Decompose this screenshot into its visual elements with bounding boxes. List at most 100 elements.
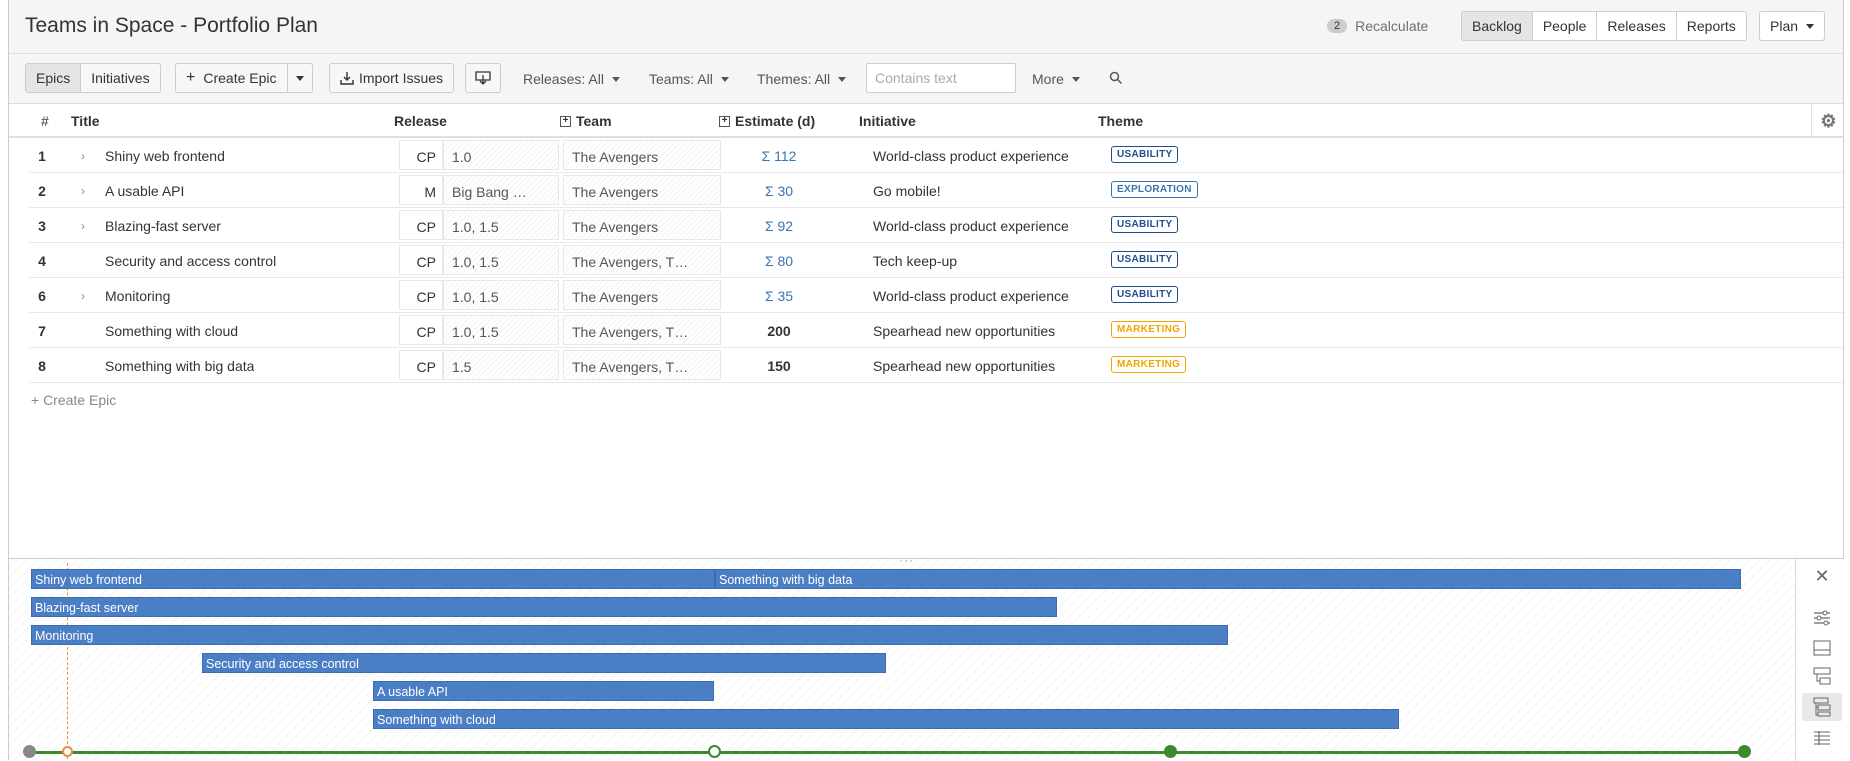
table-row[interactable]: 4 Security and access control CP 1.0, 1.5 Th… [29,243,1845,278]
initiative-value[interactable]: World-class product experience [873,148,1069,164]
team-value[interactable]: The Avengers [563,175,721,205]
timeline-bar[interactable]: Something with cloud [373,709,1399,729]
release-value[interactable]: 1.0, 1.5 [443,315,559,345]
table-row[interactable]: 1 › Shiny web frontend CP 1.0 The Avengers Σ 1… [29,138,1845,173]
initiative-value[interactable]: Spearhead new opportunities [873,323,1055,339]
timeline-bar[interactable]: Something with big data [715,569,1741,589]
timeline-start-marker[interactable] [23,745,36,758]
release-type[interactable]: CP [399,210,443,240]
table-row[interactable]: 3 › Blazing-fast server CP 1.0, 1.5 The Aveng… [29,208,1845,243]
team-value[interactable]: The Avengers, T… [563,350,721,380]
epic-title[interactable]: Something with cloud [105,323,238,339]
releases-filter[interactable]: Releases: All [523,71,620,87]
epic-title[interactable]: A usable API [105,183,184,199]
timeline-bar[interactable]: Monitoring [31,625,1228,645]
resize-handle[interactable]: ··· [899,553,914,567]
column-header-estimate[interactable]: + Estimate (d) [719,113,815,129]
column-header-team[interactable]: + Team [560,113,612,129]
expand-chevron-icon[interactable]: › [81,219,85,233]
expand-chevron-icon[interactable]: › [81,184,85,198]
plan-dropdown[interactable]: Plan [1759,11,1826,41]
timeline-bar[interactable]: Blazing-fast server [31,597,1057,617]
theme-badge[interactable]: MARKETING [1111,321,1187,338]
release-type[interactable]: CP [399,350,443,380]
tab-backlog[interactable]: Backlog [1461,11,1533,41]
panel-icon[interactable] [1812,639,1832,657]
initiative-value[interactable]: Spearhead new opportunities [873,358,1055,374]
release-marker[interactable] [1164,745,1177,758]
release-value[interactable]: 1.0, 1.5 [443,280,559,310]
table-row[interactable]: 8 Something with big data CP 1.5 The Avenger… [29,348,1845,383]
release-type[interactable]: CP [399,280,443,310]
tab-releases[interactable]: Releases [1597,11,1677,41]
theme-badge[interactable]: MARKETING [1111,356,1187,373]
create-epic-menu-button[interactable] [287,63,313,93]
epic-title[interactable]: Blazing-fast server [105,218,221,234]
theme-badge[interactable]: EXPLORATION [1111,181,1198,198]
create-epic-button[interactable]: + Create Epic [175,63,288,93]
column-header-theme[interactable]: Theme [1098,113,1143,129]
team-value[interactable]: The Avengers [563,210,721,240]
estimate-value[interactable]: Σ 112 [739,148,819,164]
release-value[interactable]: Big Bang … [443,175,559,205]
team-value[interactable]: The Avengers [563,140,721,170]
estimate-value[interactable]: 200 [739,323,819,339]
expand-chevron-icon[interactable]: › [81,149,85,163]
epics-toggle-button[interactable]: Epics [25,63,82,93]
epic-title[interactable]: Something with big data [105,358,254,374]
recalculate-button[interactable]: 2 Recalculate [1327,18,1428,34]
expand-column-icon[interactable]: + [560,115,571,127]
theme-badge[interactable]: USABILITY [1111,286,1179,303]
release-value[interactable]: 1.0, 1.5 [443,210,559,240]
initiative-value[interactable]: World-class product experience [873,218,1069,234]
initiatives-toggle-button[interactable]: Initiatives [81,63,161,93]
epic-title[interactable]: Shiny web frontend [105,148,225,164]
release-type[interactable]: CP [399,140,443,170]
sliders-icon[interactable] [1812,609,1832,627]
estimate-value[interactable]: Σ 80 [739,253,819,269]
expand-column-icon[interactable]: + [719,115,730,127]
teams-filter[interactable]: Teams: All [649,71,729,87]
estimate-value[interactable]: Σ 30 [739,183,819,199]
table-row[interactable]: 7 Something with cloud CP 1.0, 1.5 The Aveng… [29,313,1845,348]
expand-chevron-icon[interactable]: › [81,289,85,303]
table-row[interactable]: 6 › Monitoring CP 1.0, 1.5 The Avengers Σ 35 Wo… [29,278,1845,313]
estimate-value[interactable]: Σ 35 [739,288,819,304]
tab-people[interactable]: People [1532,11,1598,41]
create-epic-link[interactable]: + Create Epic [31,392,116,408]
release-type[interactable]: CP [399,315,443,345]
team-value[interactable]: The Avengers, T… [563,315,721,345]
team-value[interactable]: The Avengers, T… [563,245,721,275]
column-header-release[interactable]: Release [394,113,447,129]
theme-badge[interactable]: USABILITY [1111,216,1179,233]
list-icon[interactable] [1812,729,1832,747]
estimate-value[interactable]: Σ 92 [739,218,819,234]
release-type[interactable]: M [399,175,443,205]
theme-badge[interactable]: USABILITY [1111,146,1179,163]
initiative-value[interactable]: World-class product experience [873,288,1069,304]
release-value[interactable]: 1.0 [443,140,559,170]
column-header-initiative[interactable]: Initiative [859,113,916,129]
search-input[interactable] [866,63,1016,93]
more-menu[interactable]: More [1032,71,1080,87]
release-value[interactable]: 1.0, 1.5 [443,245,559,275]
column-settings-button[interactable]: ⚙ [1811,104,1845,138]
epic-title[interactable]: Monitoring [105,288,170,304]
release-type[interactable]: CP [399,245,443,275]
column-header-title[interactable]: Title [71,113,100,129]
release-value[interactable]: 1.5 [443,350,559,380]
tab-reports[interactable]: Reports [1676,11,1747,41]
initiative-value[interactable]: Go mobile! [873,183,941,199]
timeline-bar[interactable]: Shiny web frontend [31,569,715,589]
release-marker[interactable] [708,745,721,758]
today-marker[interactable] [62,746,73,757]
timeline-bar[interactable]: Security and access control [202,653,886,673]
close-icon[interactable]: ✕ [1812,566,1832,586]
export-button[interactable] [465,63,501,93]
search-icon[interactable] [1109,71,1123,88]
theme-badge[interactable]: USABILITY [1111,251,1179,268]
hierarchy-icon[interactable] [1802,693,1842,721]
themes-filter[interactable]: Themes: All [757,71,847,87]
release-marker[interactable] [1738,745,1751,758]
estimate-value[interactable]: 150 [739,358,819,374]
